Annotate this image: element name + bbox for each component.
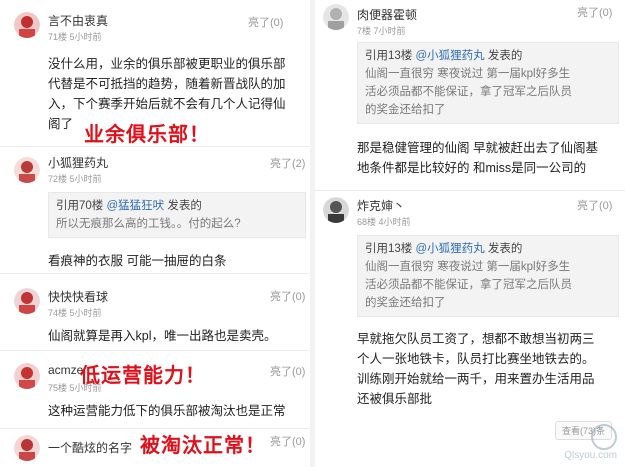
right-column: 肉便器霍顿 7楼 7小时前 亮了(0) 引用13楼 @小狐狸药丸 发表的 仙阁一… — [315, 0, 625, 467]
red-overlay-caption: 业余俱乐部！ — [84, 122, 210, 146]
like-button[interactable]: 亮了(0) — [248, 14, 283, 30]
comment-text: 这种运营能力低下的俱乐部被淘汰也是正常 — [48, 404, 286, 418]
quote-prefix: 引用70楼 — [56, 200, 107, 212]
comment-71: 言不由衷真 71楼 5小时前 亮了(0) 没什么用，业余的俱乐部被更职业的俱乐部… — [0, 0, 310, 146]
comment-text: 看痕神的衣服 可能一抽屉的白条 — [48, 254, 227, 268]
quote-suffix: 发表的 — [484, 243, 523, 255]
quote-box: 引用13楼 @小狐狸药丸 发表的 仙阁一直很穷 寒夜说过 第一届kpl好多生 活… — [357, 235, 619, 317]
username[interactable]: 小狐狸药丸 — [48, 154, 108, 171]
avatar-image — [323, 197, 349, 223]
quote-box: 引用13楼 @小狐狸药丸 发表的 仙阁一直很穷 寒夜说过 第一届kpl好多生 活… — [357, 42, 619, 124]
comment-75: acmze 75楼 5小时前 亮了(0) 低运营能力！ 这种运营能力低下的俱乐部… — [0, 351, 310, 429]
quote-header: 引用13楼 @小狐狸药丸 发表的 — [365, 240, 611, 258]
avatar-image — [14, 435, 40, 461]
comment-partial: 一个酷炫的名字 亮了(0) 被淘汰正常！ — [0, 429, 310, 467]
red-overlay-caption: 被淘汰正常！ — [140, 433, 266, 457]
username[interactable]: acmze — [48, 363, 83, 377]
floor-time: 71楼 5小时前 — [48, 32, 102, 42]
quote-prefix: 引用13楼 — [365, 50, 416, 62]
avatar-image — [14, 363, 40, 389]
avatar[interactable] — [14, 363, 40, 389]
username[interactable]: 快快快看球 — [48, 288, 108, 305]
like-button[interactable]: 亮了(0) — [270, 288, 305, 304]
like-button[interactable]: 亮了(0) — [270, 433, 305, 449]
comment-line: 没什么用，业余的俱乐部被更职业的俱乐部 — [48, 57, 286, 71]
watermark-domain: Qlsyou.com — [564, 450, 617, 461]
avatar[interactable] — [323, 197, 349, 223]
username[interactable]: 肉便器霍顿 — [357, 6, 417, 23]
avatar[interactable] — [14, 12, 40, 38]
quote-mention-link[interactable]: @小狐狸药丸 — [416, 50, 485, 62]
red-overlay-caption: 低运营能力！ — [80, 363, 206, 387]
comment-text: 早就拖欠队员工资了，想都不敢想当初两三 个人一张地铁卡，队员打比赛坐地铁去的。 … — [357, 332, 595, 406]
site-logo-icon — [591, 424, 617, 450]
avatar[interactable] — [14, 157, 40, 183]
quote-text: 所以无痕那么高的工钱。。付的起么? — [56, 218, 241, 230]
quote-text: 仙阁一直很穷 寒夜说过 第一届kpl好多生 活必须品都不能保证，拿了冠军之后队员… — [365, 68, 572, 116]
watermark: Qlsyou.com — [564, 424, 617, 461]
username[interactable]: 一个酷炫的名字 — [48, 439, 132, 456]
comment-line: 代替是不可抵挡的趋势，随着新晋战队的加 — [48, 77, 286, 91]
avatar[interactable] — [14, 288, 40, 314]
avatar[interactable] — [14, 435, 40, 461]
left-column: 言不由衷真 71楼 5小时前 亮了(0) 没什么用，业余的俱乐部被更职业的俱乐部… — [0, 0, 310, 467]
avatar-image — [14, 12, 40, 38]
comment-line: 入，下个赛季开始后就不会有几个人记得仙 — [48, 97, 286, 111]
username[interactable]: 言不由衷真 — [48, 12, 108, 29]
like-button[interactable]: 亮了(0) — [577, 197, 612, 213]
quote-mention-link[interactable]: @小狐狸药丸 — [416, 243, 485, 255]
avatar-image — [14, 157, 40, 183]
floor-time: 72楼 5小时前 — [48, 174, 102, 184]
floor-time: 7楼 7小时前 — [357, 26, 406, 36]
avatar-image — [14, 288, 40, 314]
comment-7: 肉便器霍顿 7楼 7小时前 亮了(0) 引用13楼 @小狐狸药丸 发表的 仙阁一… — [315, 0, 625, 190]
quote-text: 仙阁一直很穷 寒夜说过 第一届kpl好多生 活必须品都不能保证，拿了冠军之后队员… — [365, 261, 572, 309]
username[interactable]: 炸克婶丶 — [357, 197, 405, 214]
floor-time: 74楼 5小时前 — [48, 308, 102, 318]
quote-suffix: 发表的 — [484, 50, 523, 62]
quote-mention-link[interactable]: @猛猛狂吠 — [107, 200, 165, 212]
quote-suffix: 发表的 — [164, 200, 202, 212]
avatar[interactable] — [323, 4, 349, 30]
like-button[interactable]: 亮了(0) — [270, 363, 305, 379]
comment-74: 快快快看球 74楼 5小时前 亮了(0) 仙阁就算是再入kpl，唯一出路也是卖壳… — [0, 274, 310, 349]
comment-text: 那是稳健管理的仙阁 早就被赶出去了仙阁基 地条件都是比较好的 和miss是同一公… — [357, 141, 598, 175]
comment-72: 小狐狸药丸 72楼 5小时前 亮了(2) 引用70楼 @猛猛狂吠 发表的 所以无… — [0, 147, 310, 272]
avatar-image — [323, 4, 349, 30]
quote-header: 引用13楼 @小狐狸药丸 发表的 — [365, 47, 611, 65]
quote-prefix: 引用13楼 — [365, 243, 416, 255]
quote-box: 引用70楼 @猛猛狂吠 发表的 所以无痕那么高的工钱。。付的起么? — [48, 192, 306, 238]
comment-text: 仙阁就算是再入kpl，唯一出路也是卖壳。 — [48, 329, 277, 343]
like-button[interactable]: 亮了(2) — [270, 155, 305, 171]
quote-header: 引用70楼 @猛猛狂吠 发表的 — [56, 197, 298, 215]
like-button[interactable]: 亮了(0) — [577, 4, 612, 20]
floor-time: 68楼 4小时前 — [357, 217, 411, 227]
